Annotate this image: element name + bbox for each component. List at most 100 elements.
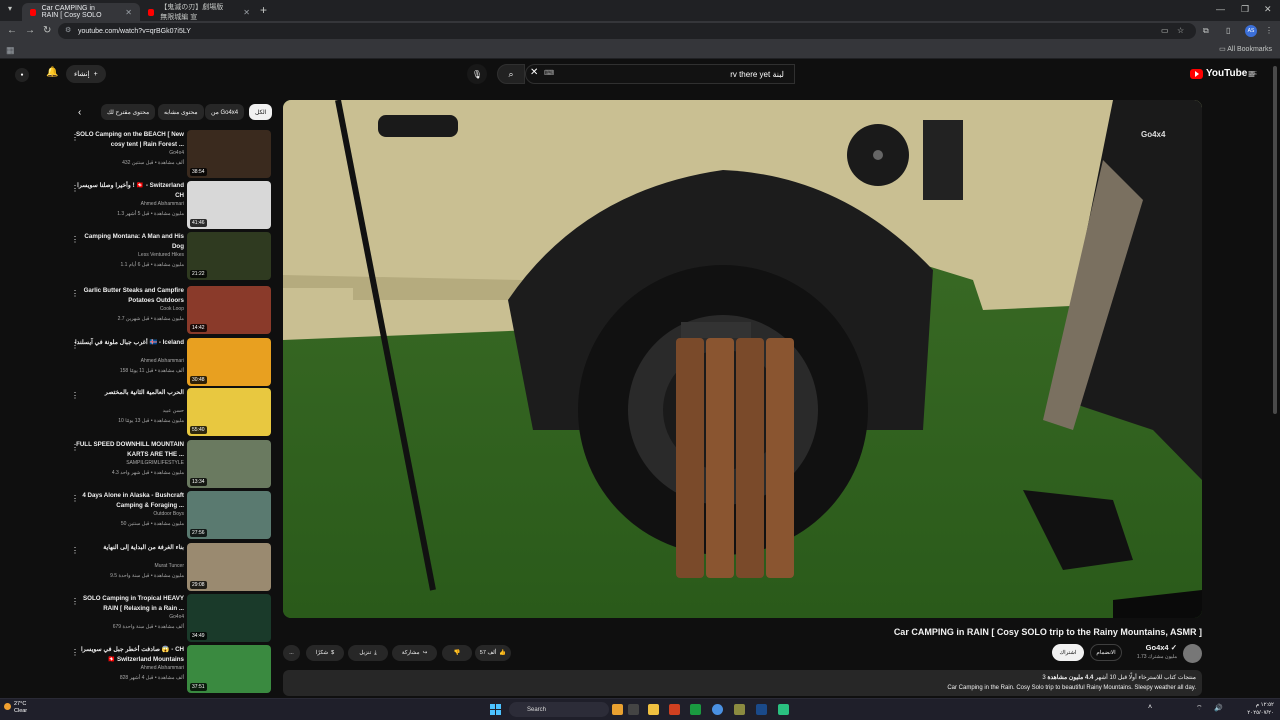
recommendation-item[interactable]: 37:51 صادفت أخطر جبل في سويسرا 😱 - CH 🇨🇭 … (68, 645, 272, 693)
search-button[interactable]: ⌕ (497, 64, 525, 84)
chip-similar[interactable]: محتوى مشابه (158, 104, 204, 120)
recommendation-title[interactable]: بناء الغرفة من البداية إلى النهاية (74, 543, 184, 553)
recommendation-channel[interactable]: Ahmed Alshammari (141, 358, 184, 364)
recommendation-item[interactable]: 38:54 SOLO Camping on the BEACH [ New cos… (68, 130, 272, 178)
chip-all[interactable]: الكل (249, 104, 273, 120)
recommendation-item[interactable]: 30:48 أغرب جبال ملونة في آيسلندا 🇮🇸 - Ice… (68, 338, 272, 386)
share-button[interactable]: مشاركة ↪ (392, 645, 437, 661)
clock[interactable]: ١٢:٥٢ م ٢٠٢٥/٠٧/٢٠ (1247, 701, 1274, 717)
widgets-app-icon[interactable] (612, 704, 623, 715)
like-button[interactable]: 57 ألف 👍 (475, 645, 511, 661)
spotify-app-icon[interactable] (778, 704, 789, 715)
keyboard-icon[interactable]: ⌨ (544, 69, 554, 77)
minecraft-app-icon[interactable] (734, 704, 745, 715)
subscribe-button[interactable]: اشتراك (1052, 644, 1084, 661)
more-options-icon[interactable]: ⋮ (71, 597, 79, 606)
weather-widget[interactable]: 27°C Clear (4, 701, 27, 715)
reload-icon[interactable]: ↻ (43, 25, 51, 36)
more-options-icon[interactable]: ⋮ (71, 235, 79, 244)
close-tab-icon[interactable]: ✕ (243, 8, 250, 17)
bookmark-star-icon[interactable]: ☆ (1177, 26, 1184, 35)
sidepanel-icon[interactable]: ▯ (1226, 26, 1230, 35)
maximize-icon[interactable]: ❐ (1241, 4, 1249, 15)
tab-search-icon[interactable]: ▾ (8, 4, 12, 13)
download-button[interactable]: تنزيل ⤓ (348, 645, 388, 661)
steam-app-icon[interactable] (756, 704, 767, 715)
recommendation-item[interactable]: 14:42 Garlic Butter Steaks and Campfire P… (68, 286, 272, 334)
recommendation-channel[interactable]: SAMPILGRIMLIFESTYLE (126, 460, 184, 466)
recommendation-item[interactable]: 41:46 وأخيرا وصلنا سويسرا ! 🇨🇭 - Switzerl… (68, 181, 272, 229)
more-options-icon[interactable]: ⋮ (71, 494, 79, 503)
description-box[interactable]: 3 منتجات كتاب للاسترخاء أولًا قبل 10 أشه… (283, 670, 1202, 696)
dislike-button[interactable]: 👎 (442, 645, 472, 661)
task-view-icon[interactable] (628, 704, 639, 715)
tab-video[interactable]: Car CAMPING in RAIN [ Cosy SOLO ✕ (22, 3, 140, 21)
thanks-button[interactable]: شكرًا $ (306, 645, 344, 661)
recommendation-title[interactable]: Garlic Butter Steaks and Campfire Potato… (74, 286, 184, 306)
menu-kebab-icon[interactable]: ⋮ (1265, 26, 1273, 35)
tab-other[interactable]: 【鬼滅の刃】劇場版 無限城編 宣 ✕ (140, 3, 258, 21)
forward-icon[interactable]: → (25, 25, 35, 36)
recommendation-item[interactable]: 29:08 بناء الغرفة من البداية إلى النهاية M… (68, 543, 272, 591)
more-options-icon[interactable]: ⋮ (71, 341, 79, 350)
more-actions-button[interactable]: ... (283, 645, 300, 661)
taskbar-search-input[interactable]: Search (509, 702, 609, 717)
tray-overflow-icon[interactable]: ˄ (1148, 704, 1152, 711)
chip-recommended[interactable]: محتوى مقترح لك (101, 104, 156, 120)
recommendation-channel[interactable]: Go4x4 (169, 150, 184, 156)
file-explorer-icon[interactable] (648, 704, 659, 715)
xbox-app-icon[interactable] (690, 704, 701, 715)
search-input[interactable]: rv there yet لبنة (525, 64, 795, 84)
join-button[interactable]: الانضمام (1090, 644, 1122, 661)
chrome-app-icon[interactable] (712, 704, 723, 715)
recommendation-channel[interactable]: حسن عبيد (163, 408, 184, 414)
page-scrollbar[interactable] (1273, 66, 1277, 414)
recommendation-title[interactable]: وأخيرا وصلنا سويسرا ! 🇨🇭 - Switzerland C… (74, 181, 184, 201)
apps-grid-icon[interactable]: ▦ (6, 45, 15, 56)
recommendation-channel[interactable]: Go4x4 (169, 614, 184, 620)
recommendation-item[interactable]: 34:49 SOLO Camping in Tropical HEAVY RAIN… (68, 594, 272, 642)
create-button[interactable]: إنشاء + (66, 65, 106, 83)
profile-avatar[interactable]: AS (1245, 25, 1257, 37)
chip-from-channel[interactable]: من Go4x4 (205, 104, 245, 120)
recommendation-title[interactable]: الحرب العالمية الثانية بالمختصر (74, 388, 184, 398)
recommendation-title[interactable]: SOLO Camping in Tropical HEAVY RAIN [ Re… (74, 594, 184, 614)
recommendation-channel[interactable]: Cook Loop (160, 306, 184, 312)
extensions-icon[interactable]: ⧉ (1203, 26, 1209, 36)
site-info-icon[interactable]: ⚙ (65, 26, 71, 34)
recommendation-item[interactable]: 21:22 Camping Montana: A Man and His Dog L… (68, 232, 272, 280)
recommendation-item[interactable]: 13:34 FULL SPEED DOWNHILL MOUNTAIN KARTS … (68, 440, 272, 488)
chips-prev-chevron-icon[interactable]: ‹ (78, 107, 81, 118)
recommendation-title[interactable]: أغرب جبال ملونة في آيسلندا 🇮🇸 - Iceland (74, 338, 184, 348)
recommendation-title[interactable]: Camping Montana: A Man and His Dog (74, 232, 184, 252)
recommendation-channel[interactable]: Less Ventured Hikes (138, 252, 184, 258)
account-avatar[interactable]: ● (15, 68, 29, 82)
recommendation-title[interactable]: FULL SPEED DOWNHILL MOUNTAIN KARTS ARE T… (74, 440, 184, 460)
back-icon[interactable]: ← (7, 25, 17, 36)
more-options-icon[interactable]: ⋮ (71, 391, 79, 400)
more-options-icon[interactable]: ⋮ (71, 546, 79, 555)
more-options-icon[interactable]: ⋮ (71, 648, 79, 657)
video-player[interactable]: Go4x4 (283, 100, 1202, 618)
office-app-icon[interactable] (669, 704, 680, 715)
more-options-icon[interactable]: ⋮ (71, 289, 79, 298)
recommendation-title[interactable]: صادفت أخطر جبل في سويسرا 😱 - CH 🇨🇭 Switz… (74, 645, 184, 665)
more-options-icon[interactable]: ⋮ (71, 184, 79, 193)
minimize-icon[interactable]: — (1216, 4, 1225, 14)
more-options-icon[interactable]: ⋮ (71, 133, 79, 142)
notifications-bell-icon[interactable]: 🔔 (46, 67, 58, 78)
start-button[interactable] (490, 704, 501, 715)
recommendation-channel[interactable]: Outdoor Boys (153, 511, 184, 517)
recommendation-title[interactable]: SOLO Camping on the BEACH [ New cosy ten… (74, 130, 184, 150)
voice-search-button[interactable]: 🎙 (467, 64, 487, 84)
clear-search-icon[interactable]: ✕ (530, 67, 538, 78)
channel-name[interactable]: Go4x4 ✓ (1146, 643, 1177, 652)
network-icon[interactable]: ⌔ (1196, 704, 1203, 713)
cast-icon[interactable]: ▭ (1161, 26, 1169, 35)
channel-avatar[interactable] (1183, 644, 1202, 663)
recommendation-title[interactable]: 4 Days Alone in Alaska - Bushcraft Campi… (74, 491, 184, 511)
youtube-logo[interactable]: YouTube AE (1190, 68, 1257, 79)
recommendation-item[interactable]: 55:40 الحرب العالمية الثانية بالمختصر حسن … (68, 388, 272, 436)
more-options-icon[interactable]: ⋮ (71, 443, 79, 452)
recommendation-item[interactable]: 27:56 4 Days Alone in Alaska - Bushcraft … (68, 491, 272, 539)
